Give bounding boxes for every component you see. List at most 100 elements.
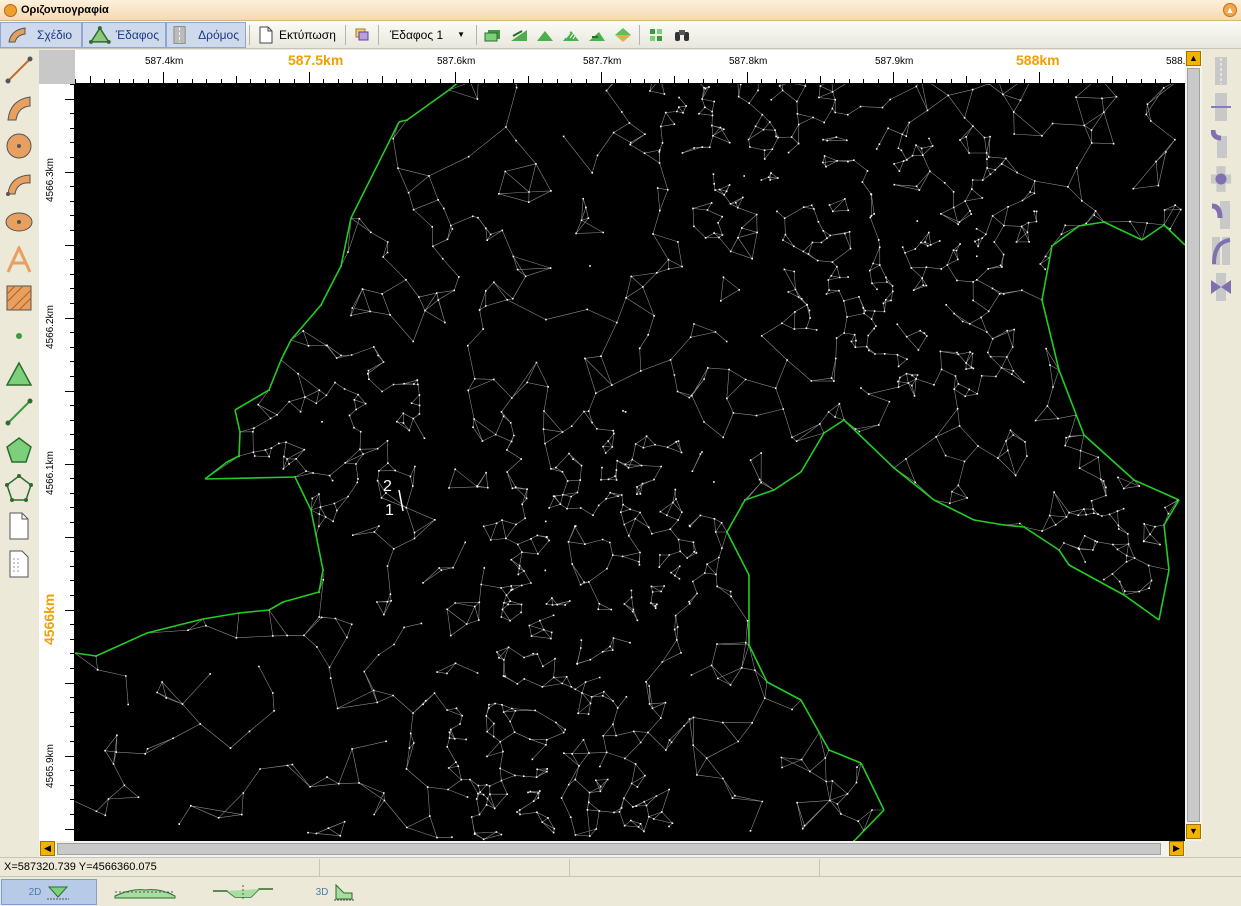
ruler-x-label: 587.5km xyxy=(288,52,344,68)
scroll-down-icon[interactable]: ▼ xyxy=(1186,824,1201,839)
vertical-scroll-thumb[interactable] xyxy=(1187,68,1200,822)
ruler-corner xyxy=(39,50,75,84)
app-icon xyxy=(4,3,17,17)
ruler-x-label: 587.7km xyxy=(583,56,622,67)
view-3d-label: 3D xyxy=(315,886,329,898)
toolbar-separator xyxy=(639,24,641,45)
toolbar-separator xyxy=(476,24,478,45)
right-tool-palette xyxy=(1202,50,1241,856)
drawing-canvas[interactable]: 2 1 xyxy=(39,50,1185,841)
design-tab-button[interactable]: Σχέδιο xyxy=(0,21,82,48)
longitudinal-profile-icon xyxy=(114,889,176,899)
road-curve-icon[interactable] xyxy=(1210,128,1232,158)
left-tool-palette xyxy=(0,50,39,856)
horizontal-scrollbar[interactable]: ◀ ▶ xyxy=(39,841,1185,857)
terrain-triangle-icon xyxy=(89,25,111,44)
status-bar: X=587320.739 Y=4566360.075 xyxy=(0,857,1241,876)
terrain-label: Έδαφος xyxy=(115,27,159,42)
terrain-mesh xyxy=(39,50,1185,841)
road-roundabout-icon[interactable] xyxy=(1210,164,1232,194)
road-straight-icon[interactable] xyxy=(1210,56,1232,86)
ruler-x-label: 587.4km xyxy=(145,56,184,67)
print-button[interactable]: Εκτύπωση xyxy=(253,22,342,48)
road-junction-icon[interactable] xyxy=(1210,236,1232,266)
ruler-x-label: 588.1km xyxy=(1166,56,1185,67)
scroll-right-icon[interactable]: ▶ xyxy=(1169,841,1184,856)
point-tool-icon[interactable] xyxy=(4,320,34,352)
segment-tool-icon[interactable] xyxy=(4,396,34,428)
print-label: Εκτύπωση xyxy=(279,27,336,42)
view-section-button[interactable] xyxy=(208,879,278,905)
toolbar-separator xyxy=(249,24,250,45)
mesh-edges xyxy=(39,50,1185,841)
text-tool-icon[interactable] xyxy=(4,244,34,276)
chevron-down-icon: ▼ xyxy=(457,30,466,39)
coordinates-readout: X=587320.739 Y=4566360.075 xyxy=(0,858,320,876)
plan-view-icon xyxy=(47,886,70,900)
ruler-x-label: 587.8km xyxy=(729,56,768,67)
scroll-left-icon[interactable]: ◀ xyxy=(40,841,55,856)
road-tab-button[interactable]: Δρόμος xyxy=(166,21,246,48)
terrain-surface-icon[interactable] xyxy=(483,25,503,45)
cross-section-icon xyxy=(213,885,273,900)
horizontal-ruler: 587.4km 587.5km 587.6km 587.7km 587.8km 587.9… xyxy=(75,50,1185,84)
toolbar-separator xyxy=(344,24,346,45)
binoculars-icon[interactable] xyxy=(672,25,692,45)
scroll-up-icon[interactable]: ▲ xyxy=(1186,51,1201,66)
road-label: Δρόμος xyxy=(198,27,239,42)
toolbar-separator xyxy=(377,24,379,45)
selected-segment[interactable] xyxy=(398,489,404,512)
page-icon xyxy=(259,26,273,43)
view-3d-button[interactable]: 3D xyxy=(305,879,365,905)
road-node-icon[interactable] xyxy=(1210,272,1232,302)
view-2d-button[interactable]: 2D xyxy=(1,879,97,905)
window-title: Οριζοντιογραφία xyxy=(21,4,109,16)
terrain-tab-button[interactable]: Έδαφος xyxy=(82,21,166,48)
vertical-scrollbar[interactable]: ▲ ▼ xyxy=(1185,50,1202,841)
ruler-y-label: 4566km xyxy=(41,593,57,645)
terrain-peak-icon[interactable] xyxy=(535,25,555,45)
view-switcher: 2D 3D xyxy=(0,876,1241,906)
road-cross-icon[interactable] xyxy=(1210,92,1232,122)
arc-tool-icon[interactable] xyxy=(4,92,34,124)
page-icon[interactable] xyxy=(4,510,34,542)
ruler-y-label: 4565.9km xyxy=(45,744,56,788)
terrain-select[interactable]: Έδαφος 1 ▼ xyxy=(386,24,469,46)
arc-fill-tool-icon[interactable] xyxy=(4,168,34,200)
collapse-icon[interactable]: ▲ xyxy=(1223,3,1237,17)
document-icon[interactable] xyxy=(4,548,34,580)
status-cell xyxy=(570,858,820,876)
status-cell xyxy=(320,858,570,876)
polygon-tool-icon[interactable] xyxy=(4,434,34,466)
ruler-x-label: 588km xyxy=(1016,52,1060,68)
ruler-y-label: 4566.3km xyxy=(45,158,56,202)
circle-tool-icon[interactable] xyxy=(4,130,34,162)
terrain-volume-icon[interactable] xyxy=(613,25,633,45)
terrain-section-icon[interactable] xyxy=(587,25,607,45)
3d-view-icon xyxy=(334,883,355,901)
road-icon xyxy=(173,25,186,44)
layers-icon[interactable] xyxy=(352,25,372,45)
vertical-ruler: 4566.3km 4566.2km 4566.1km 4566km 4565.9km xyxy=(39,84,75,841)
view-profile-button[interactable] xyxy=(110,879,180,905)
point-label-1: 1 xyxy=(385,502,394,519)
ruler-x-label: 587.6km xyxy=(437,56,476,67)
polyline-tool-icon[interactable] xyxy=(4,472,34,504)
triangulation-edges xyxy=(39,50,1185,841)
terrain-select-value: Έδαφος 1 xyxy=(389,27,444,42)
ruler-y-label: 4566.1km xyxy=(45,451,56,495)
arc-icon xyxy=(8,26,26,42)
terrain-contours-icon[interactable] xyxy=(561,25,581,45)
main-toolbar: Σχέδιο Έδαφος Δρόμος Εκτύπωση Έδαφος 1 ▼ xyxy=(0,21,1241,49)
triangle-tool-icon[interactable] xyxy=(4,358,34,390)
line-tool-icon[interactable] xyxy=(4,54,34,86)
grid-points-icon[interactable] xyxy=(646,25,666,45)
terrain-slope-icon[interactable] xyxy=(509,25,529,45)
horizontal-scroll-thumb[interactable] xyxy=(57,843,1161,855)
view-2d-label: 2D xyxy=(28,886,42,898)
point-label-2: 2 xyxy=(383,478,392,495)
terrain-boundary xyxy=(39,50,1185,841)
hatch-tool-icon[interactable] xyxy=(4,282,34,314)
road-bend-icon[interactable] xyxy=(1210,200,1232,230)
ellipse-tool-icon[interactable] xyxy=(4,206,34,238)
